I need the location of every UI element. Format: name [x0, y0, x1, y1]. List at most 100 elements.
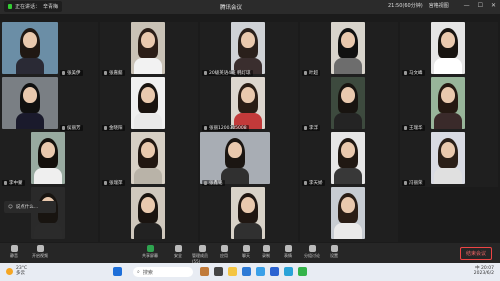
participant-name: 张丽1200305008: [202, 125, 249, 131]
toolbar-item[interactable]: 设置: [324, 245, 344, 259]
participant-name: 马文峰: [402, 70, 425, 76]
face: [41, 142, 55, 158]
mic-icon: [8, 4, 12, 9]
app-icon[interactable]: [256, 267, 265, 276]
toolbar-item[interactable]: 聊天: [236, 245, 256, 259]
chat-placeholder: 说点什么…: [15, 205, 39, 210]
title-bar: 正在讲话： 辛青梅 腾讯会议 21:50(60分钟) 宫格视图 — ☐ ✕: [0, 0, 500, 14]
participant-tile[interactable]: 侯丽芳: [0, 77, 98, 132]
participant-tile[interactable]: 马文峰: [400, 22, 498, 77]
window-title: 腾讯会议: [220, 5, 243, 11]
mic-muted-icon: [104, 125, 107, 130]
meeting-app-icon[interactable]: [298, 267, 307, 276]
app-icon[interactable]: [200, 267, 209, 276]
face: [241, 87, 255, 103]
meeting-toolbar: 静音 开启视频 共享屏幕 安全 管理成员(55) 应用 聊天 录制 表情 分组讨论 设置 结束会议: [0, 243, 500, 264]
torso: [221, 168, 249, 184]
active-speaker-indicator: 正在讲话： 辛青梅: [4, 1, 63, 12]
participant-video: [200, 132, 270, 184]
mic-muted-icon: [4, 180, 7, 185]
participant-tile[interactable]: 李天娇: [300, 132, 398, 187]
participant-tile[interactable]: 张丽1200305008: [200, 77, 298, 132]
participant-name: 张瑞萍: [102, 180, 125, 186]
participant-tile[interactable]: 李浮: [300, 77, 398, 132]
edge-icon[interactable]: [242, 267, 251, 276]
close-icon[interactable]: ✕: [491, 2, 496, 9]
toolbar-icon: [330, 245, 338, 252]
toolbar-item[interactable]: 开启视频: [30, 245, 50, 259]
folder-icon[interactable]: [228, 267, 237, 276]
torso: [134, 113, 162, 129]
participant-tile[interactable]: 李中蒙: [0, 132, 98, 187]
participant-tile[interactable]: 金晓阳: [100, 77, 198, 132]
participant-tile[interactable]: 冯丽荣: [400, 132, 498, 187]
participant-name: 李中蒙: [2, 180, 25, 186]
toolbar-icon: [198, 245, 206, 252]
participant-video: [131, 22, 165, 74]
toolbar-item[interactable]: 管理成员(55): [192, 245, 212, 264]
toolbar-item[interactable]: 分组讨论: [302, 245, 322, 259]
taskbar-search[interactable]: ⌕ 搜索: [133, 267, 193, 277]
face: [23, 87, 37, 103]
participant-tile[interactable]: [300, 187, 398, 242]
toolbar-item[interactable]: 静音: [4, 245, 24, 259]
app-icon[interactable]: [214, 267, 223, 276]
mic-muted-icon: [204, 70, 207, 75]
weather-text: 多云: [16, 271, 25, 276]
participant-video: [331, 22, 365, 74]
participant-name: 冯丽荣: [402, 180, 425, 186]
face: [141, 87, 155, 103]
end-meeting-button[interactable]: 结束会议: [459, 247, 492, 260]
participant-video: [31, 187, 65, 239]
participant-tile[interactable]: 王瑞华: [400, 77, 498, 132]
toolbar-icon: [308, 245, 316, 252]
chat-icon: ☺: [8, 204, 13, 210]
chat-input[interactable]: ☺ 说点什么…: [4, 201, 56, 213]
word-icon[interactable]: [270, 267, 279, 276]
torso: [334, 223, 362, 239]
face: [23, 32, 37, 48]
app-icon[interactable]: [284, 267, 293, 276]
weather-widget[interactable]: 23°C 多云: [6, 266, 27, 276]
participant-video: [231, 77, 265, 129]
participant-video: [131, 132, 165, 184]
participant-tile[interactable]: [200, 187, 298, 242]
face: [141, 142, 155, 158]
toolbar-item[interactable]: 应用: [214, 245, 234, 259]
meeting-time[interactable]: 21:50(60分钟): [388, 2, 423, 9]
maximize-icon[interactable]: ☐: [478, 2, 483, 9]
participant-tile[interactable]: 张美伊: [0, 22, 98, 77]
view-mode-button[interactable]: 宫格视图: [429, 2, 449, 9]
toolbar-item[interactable]: 安全: [168, 245, 188, 259]
torso: [434, 58, 462, 74]
face: [141, 32, 155, 48]
toolbar-item[interactable]: 共享屏幕: [140, 245, 160, 259]
start-icon[interactable]: [113, 267, 122, 276]
mic-muted-icon: [104, 70, 107, 75]
participant-tile[interactable]: [0, 187, 98, 242]
face: [441, 87, 455, 103]
participant-tile[interactable]: 张瑞萍: [100, 132, 198, 187]
participant-name: 张美伊: [60, 70, 83, 76]
participant-tile[interactable]: 20级英语4班 韩灯琼: [200, 22, 298, 77]
participant-video: [231, 187, 265, 239]
mic-muted-icon: [204, 180, 207, 185]
toolbar-item[interactable]: 录制: [256, 245, 276, 259]
face: [441, 32, 455, 48]
toolbar-item[interactable]: 表情: [278, 245, 298, 259]
sun-icon: [6, 267, 13, 275]
face: [228, 142, 242, 158]
minimize-icon[interactable]: —: [464, 2, 470, 9]
participant-tile[interactable]: 张鑫铭: [200, 132, 298, 187]
torso: [16, 113, 44, 129]
participant-video: [231, 22, 265, 74]
participant-tile[interactable]: 张嘉懿: [100, 22, 198, 77]
torso: [234, 223, 262, 239]
system-tray[interactable]: 中 20:07 2023/6/2: [474, 266, 494, 276]
toolbar-icon: [284, 245, 292, 252]
torso: [134, 168, 162, 184]
torso: [334, 113, 362, 129]
participant-tile[interactable]: [100, 187, 198, 242]
search-label: 搜索: [142, 269, 153, 276]
participant-tile[interactable]: 叶超: [300, 22, 398, 77]
